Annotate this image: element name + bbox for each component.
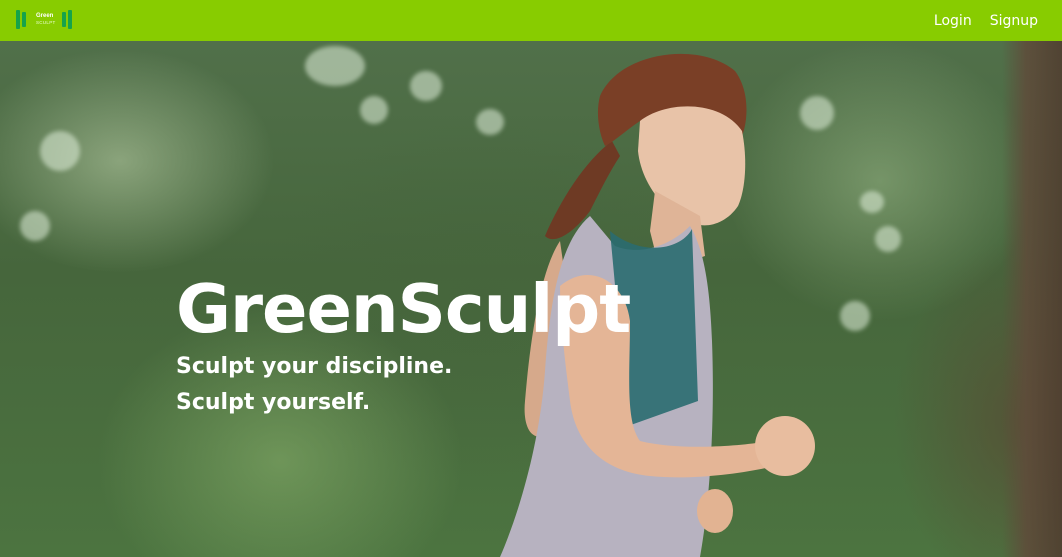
hero-section: GreenSculpt Sculpt your discipline. Scul… (0, 41, 1062, 557)
signup-link[interactable]: Signup (990, 13, 1038, 29)
brand-logo[interactable]: Green SCULPT (16, 10, 78, 29)
logo-text-green: Green (36, 13, 54, 19)
hero-text: GreenSculpt Sculpt your discipline. Scul… (176, 269, 631, 421)
nav-links: Login Signup (934, 0, 1038, 41)
logo-dumbbell-left-inner (22, 12, 26, 27)
landing-page: Green SCULPT Login Signup GreenSculpt Sc… (0, 0, 1062, 557)
logo-dumbbell-left-outer (16, 10, 20, 29)
login-link[interactable]: Login (934, 13, 972, 29)
hero-subtitle-line-1: Sculpt your discipline. (176, 354, 453, 379)
hero-title: GreenSculpt (176, 270, 631, 348)
hero-subtitle-line-2: Sculpt yourself. (176, 390, 371, 415)
navbar: Green SCULPT Login Signup (0, 0, 1062, 41)
logo-text-sculpt: SCULPT (36, 20, 56, 25)
logo-dumbbell-right-outer (68, 10, 72, 29)
logo-dumbbell-right-inner (62, 12, 66, 27)
